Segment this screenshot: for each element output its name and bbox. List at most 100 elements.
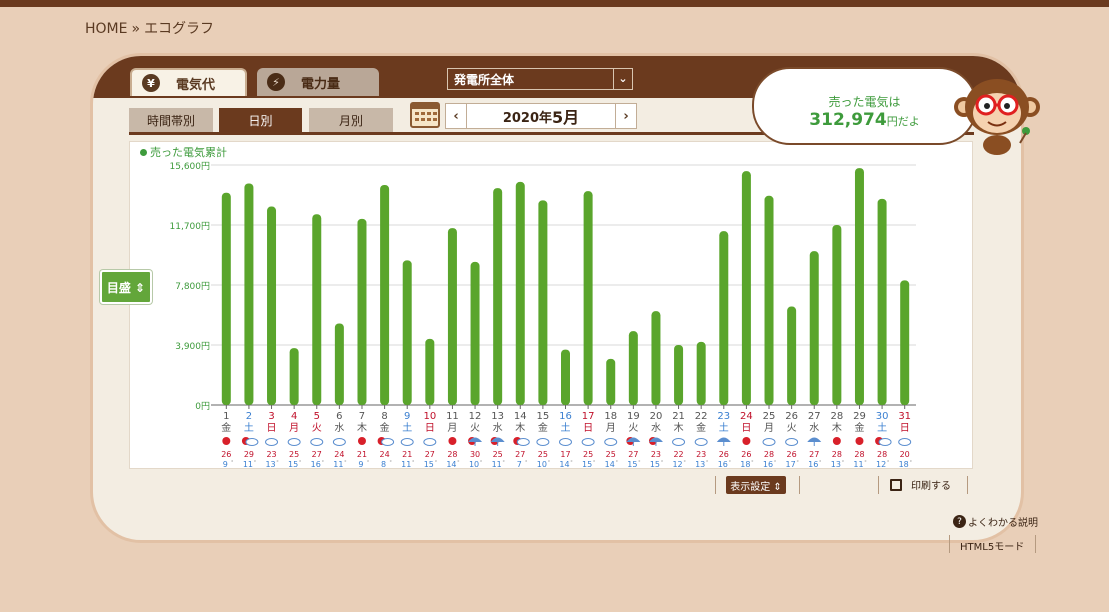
divider (1035, 535, 1036, 553)
day-label: 4 (291, 411, 297, 422)
bubble-line1: 売った電気は (828, 95, 901, 109)
prev-month-button[interactable]: ‹ (446, 104, 467, 128)
weekday-label: 日 (741, 423, 751, 434)
plant-select[interactable]: 発電所全体 ⌄ (447, 68, 633, 90)
degree-mark: ° (570, 460, 573, 466)
bar (402, 260, 412, 405)
weekday-label: 木 (674, 422, 684, 434)
degree-mark: ° (502, 460, 505, 466)
weekday-label: 木 (357, 422, 367, 434)
high-temp-label: 23 (651, 450, 661, 459)
cloud-icon (381, 438, 395, 446)
day-label: 11 (446, 411, 459, 422)
bar (470, 261, 480, 405)
day-label: 26 (785, 411, 798, 422)
bar (515, 181, 525, 405)
weekday-label: 土 (244, 421, 254, 434)
weekday-label: 火 (312, 422, 322, 434)
cloud-icon (287, 438, 301, 446)
low-temp-label: 15 (582, 460, 592, 468)
day-label: 13 (491, 411, 504, 422)
sun-icon (855, 437, 864, 445)
weekday-label: 金 (380, 421, 390, 434)
low-temp-label: 12 (672, 460, 682, 468)
day-label: 19 (627, 411, 640, 422)
tab-electricity-amount[interactable]: ⚡ 電力量 (257, 68, 379, 96)
high-temp-label: 28 (854, 450, 864, 459)
day-label: 17 (582, 411, 595, 422)
yen-icon: ¥ (142, 74, 160, 92)
degree-mark: ° (638, 460, 641, 466)
day-label: 21 (672, 411, 685, 422)
bar (267, 206, 277, 405)
bar (289, 348, 299, 405)
day-label: 9 (404, 411, 410, 422)
tab-daily[interactable]: 日別 (219, 108, 302, 132)
degree-mark: ° (661, 460, 664, 466)
weekday-label: 木 (515, 422, 525, 434)
day-label: 20 (650, 411, 663, 422)
weekday-label: 水 (809, 422, 819, 434)
html5-mode-button[interactable]: HTML5モード (960, 538, 1024, 553)
day-label: 31 (898, 411, 911, 422)
bubble-amount: 312,974 (809, 110, 887, 130)
bar (334, 323, 344, 405)
day-label: 29 (853, 411, 866, 422)
tab-hourly[interactable]: 時間帯別 (129, 108, 213, 132)
bar (380, 185, 390, 405)
high-temp-label: 24 (380, 450, 390, 459)
degree-mark: ° (729, 460, 732, 466)
high-temp-label: 23 (696, 450, 706, 459)
bar (357, 218, 367, 405)
degree-mark: ° (254, 460, 257, 466)
day-label: 5 (314, 411, 320, 422)
bar (832, 225, 842, 405)
bar (606, 358, 616, 405)
high-temp-label: 27 (809, 450, 819, 459)
scale-button[interactable]: 目盛 ⇕ (100, 270, 152, 304)
weekday-label: 月 (606, 422, 616, 434)
weekday-label: 金 (538, 421, 548, 434)
current-month-text: 5月 (552, 108, 580, 127)
high-temp-label: 22 (673, 450, 683, 459)
cloud-icon (898, 438, 912, 446)
low-temp-label: 17 (786, 460, 796, 468)
sun-icon (222, 437, 231, 445)
bubble-amount-line: 312,974円だよ (754, 110, 975, 132)
low-temp-label: 14 (559, 460, 569, 468)
cloud-icon (878, 438, 892, 446)
day-label: 23 (717, 411, 730, 422)
weekday-label: 水 (493, 422, 503, 434)
top-border (0, 0, 1109, 7)
day-label: 7 (359, 411, 365, 422)
weekday-label: 土 (719, 421, 729, 434)
cloud-icon (245, 438, 259, 446)
day-label: 16 (559, 411, 572, 422)
divider (949, 535, 950, 553)
bar (787, 306, 797, 405)
next-month-button[interactable]: › (615, 104, 636, 128)
tab-electricity-cost[interactable]: ¥ 電気代 (130, 68, 247, 96)
divider (715, 476, 716, 494)
display-settings-button[interactable]: 表示設定 ⇕ (726, 476, 786, 494)
bar (493, 188, 503, 405)
high-temp-label: 28 (764, 450, 774, 459)
low-temp-label: 14 (605, 460, 615, 468)
low-temp-label: 11 (243, 460, 253, 468)
breadcrumb-home-link[interactable]: HOME (85, 21, 127, 37)
help-link[interactable]: ? よくわかる説明 (953, 514, 1038, 529)
print-button[interactable]: 印刷する (890, 477, 951, 492)
weekday-label: 日 (267, 423, 277, 434)
low-temp-label: 13 (265, 460, 275, 468)
question-icon: ? (953, 515, 966, 528)
day-label: 14 (514, 411, 527, 422)
calendar-icon[interactable] (410, 102, 440, 128)
bar (561, 349, 570, 405)
day-label: 1 (223, 411, 229, 422)
tab-monthly[interactable]: 月別 (309, 108, 393, 132)
day-label: 3 (268, 411, 274, 422)
low-temp-label: 9 (358, 460, 363, 468)
cloud-icon (672, 438, 686, 446)
high-temp-label: 20 (900, 450, 910, 459)
low-temp-label: 11 (492, 460, 502, 468)
